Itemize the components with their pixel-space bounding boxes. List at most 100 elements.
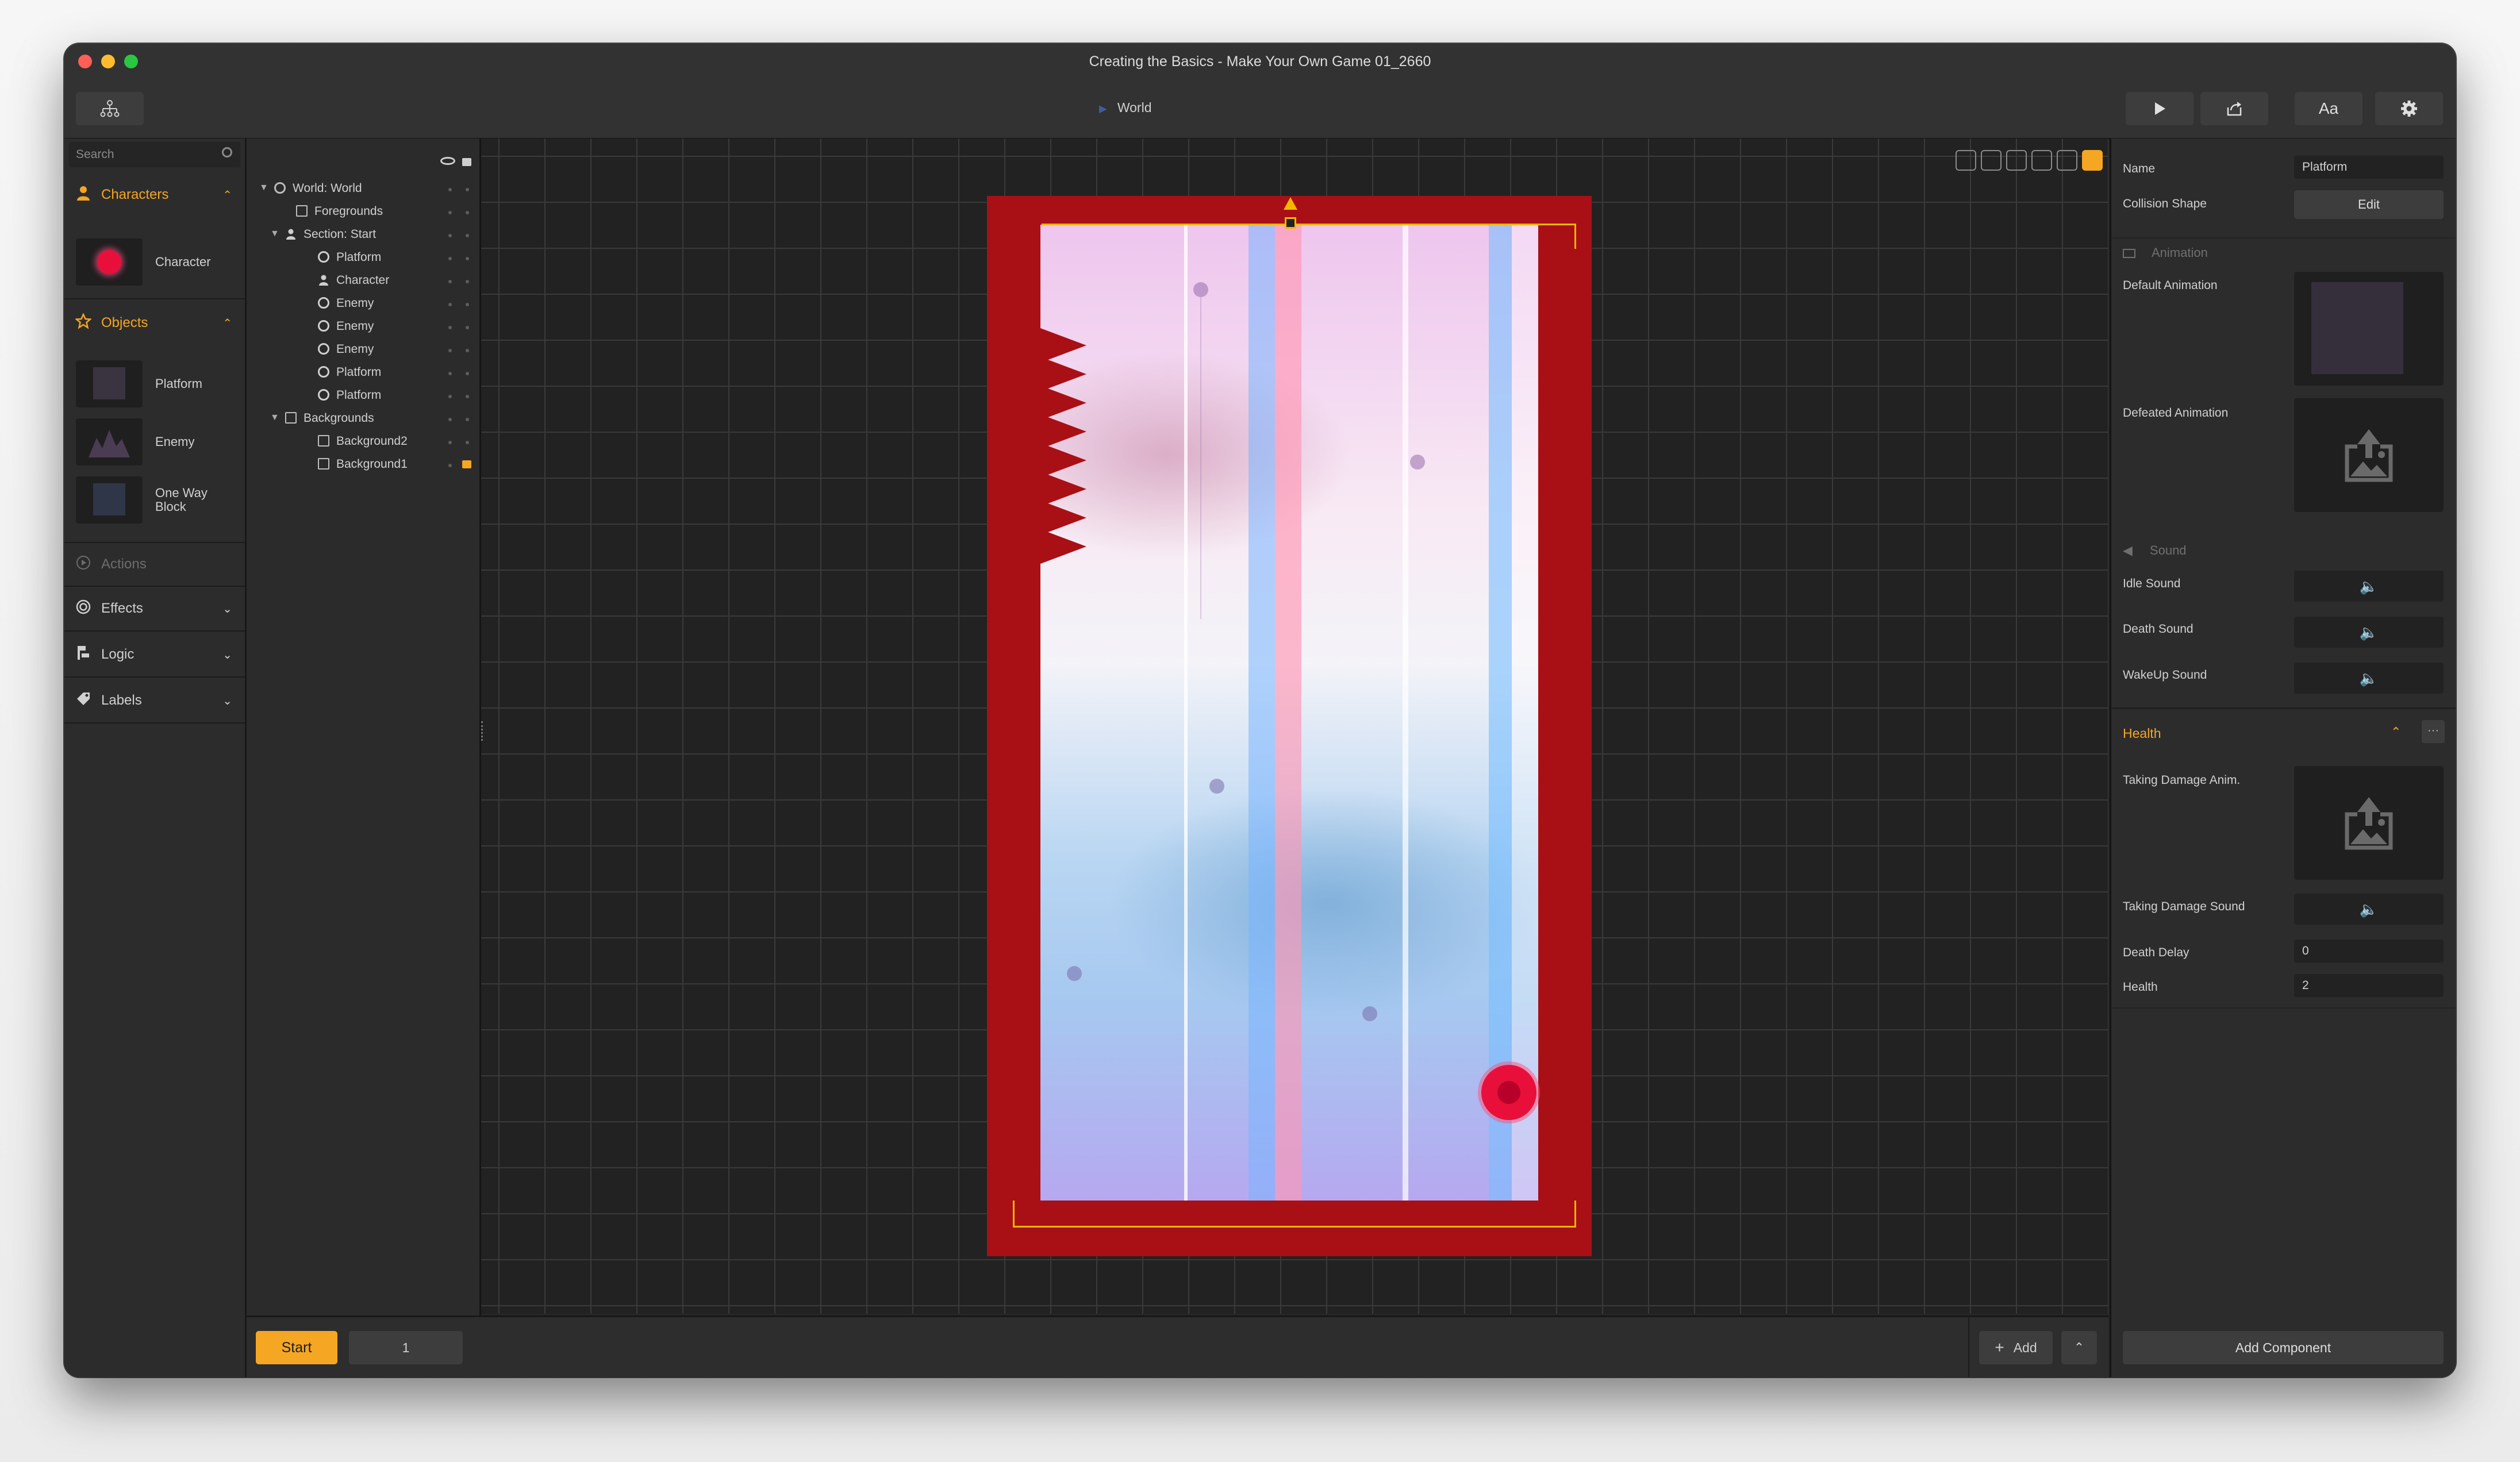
close-window-button[interactable] [78, 55, 92, 68]
share-button[interactable] [2200, 92, 2268, 125]
hierarchy-row[interactable]: Enemy [247, 293, 479, 316]
health-header[interactable]: Health [2123, 726, 2161, 741]
library-item-character[interactable]: Character [76, 236, 243, 288]
chevron-up-icon[interactable]: ⌃ [2391, 725, 2401, 740]
hierarchy-row[interactable]: ▼ World: World [247, 178, 479, 201]
character-sprite[interactable] [1481, 1065, 1536, 1120]
row-visibility-toggle[interactable] [448, 280, 452, 283]
panel-resize-handle[interactable] [481, 721, 485, 741]
category-objects[interactable]: Objects ⌃ [64, 302, 245, 344]
row-visibility-toggle[interactable] [448, 418, 452, 421]
scene-canvas[interactable] [481, 138, 2108, 1314]
row-visibility-toggle[interactable] [448, 326, 452, 329]
taking-damage-anim-slot[interactable] [2294, 766, 2444, 880]
image-icon [318, 458, 329, 470]
wakeup-sound-slot[interactable]: 🔈 [2294, 663, 2444, 694]
library-item-enemy[interactable]: Enemy [76, 416, 243, 468]
row-lock-toggle[interactable] [466, 211, 469, 214]
row-lock-toggle[interactable] [466, 188, 469, 191]
category-effects[interactable]: Effects ⌄ [64, 588, 245, 629]
expand-sections-button[interactable]: ⌃ [2061, 1331, 2097, 1364]
name-input[interactable]: Platform [2294, 156, 2444, 179]
row-lock-toggle[interactable] [466, 372, 469, 375]
settings-button[interactable] [2375, 92, 2443, 125]
spike-enemy[interactable] [1040, 529, 1086, 564]
visibility-icon[interactable] [440, 157, 455, 165]
hierarchy-row[interactable]: Platform [247, 247, 479, 270]
hierarchy-row[interactable]: Platform [247, 361, 479, 384]
default-animation-slot[interactable] [2294, 272, 2444, 386]
taking-damage-sound-slot[interactable]: 🔈 [2294, 894, 2444, 925]
hierarchy-row[interactable]: ▼ Backgrounds [247, 407, 479, 430]
font-button[interactable]: Aa [2295, 92, 2362, 125]
row-visibility-toggle[interactable] [448, 211, 452, 214]
health-input[interactable]: 2 [2294, 974, 2444, 997]
lock-icon[interactable] [462, 158, 471, 166]
add-component-button[interactable]: Add Component [2123, 1331, 2444, 1364]
row-visibility-toggle[interactable] [448, 395, 452, 398]
disclosure-triangle-icon[interactable]: ▼ [270, 413, 279, 423]
eye-icon[interactable] [2057, 150, 2077, 171]
breadcrumb[interactable]: ▶ World [1099, 100, 1152, 116]
disclosure-triangle-icon[interactable]: ▼ [259, 183, 268, 193]
category-actions[interactable]: Actions [64, 545, 245, 583]
idle-sound-slot[interactable]: 🔈 [2294, 571, 2444, 602]
library-search-input[interactable]: Search [69, 142, 240, 167]
collision-shape-label: Collision Shape [2123, 197, 2207, 210]
inspector-panel: Name Platform Collision Shape Edit Anima… [2110, 138, 2456, 1377]
row-lock-toggle[interactable] [466, 349, 469, 352]
category-logic[interactable]: Logic ⌄ [64, 634, 245, 675]
row-lock-toggle[interactable] [466, 441, 469, 444]
move-arrow-icon[interactable] [1284, 197, 1297, 210]
selection-handle[interactable] [1285, 217, 1296, 229]
death-delay-input[interactable]: 0 [2294, 940, 2444, 963]
hierarchy-row[interactable]: Enemy [247, 316, 479, 338]
edit-collision-button[interactable]: Edit [2294, 190, 2444, 219]
hierarchy-toggle-button[interactable] [76, 92, 144, 125]
add-section-button[interactable]: + Add [1979, 1331, 2053, 1364]
row-visibility-toggle[interactable] [448, 441, 452, 444]
row-lock-toggle[interactable] [466, 326, 469, 329]
hierarchy-row[interactable]: Background2 [247, 430, 479, 453]
library-item-platform[interactable]: Platform [76, 358, 243, 410]
row-visibility-toggle[interactable] [448, 349, 452, 352]
debug-icon[interactable] [2082, 150, 2103, 171]
lock-view-icon[interactable] [1981, 150, 2002, 171]
grid-icon[interactable] [2006, 150, 2027, 171]
section-page-field[interactable]: 1 [349, 1331, 463, 1364]
zoom-window-button[interactable] [124, 55, 138, 68]
death-sound-slot[interactable]: 🔈 [2294, 617, 2444, 648]
stage-background[interactable] [1040, 225, 1538, 1201]
category-labels[interactable]: Labels ⌄ [64, 680, 245, 721]
defeated-animation-slot[interactable] [2294, 398, 2444, 512]
row-visibility-toggle[interactable] [448, 257, 452, 260]
circle-icon [318, 389, 329, 401]
hierarchy-row[interactable]: Enemy [247, 338, 479, 361]
minimize-window-button[interactable] [101, 55, 115, 68]
row-lock-toggle[interactable] [466, 280, 469, 283]
library-item-one-way-block[interactable]: One Way Block [76, 474, 243, 526]
row-visibility-toggle[interactable] [448, 464, 452, 467]
row-lock-toggle[interactable] [466, 234, 469, 237]
section-start-button[interactable]: Start [256, 1331, 337, 1364]
play-button[interactable] [2126, 92, 2194, 125]
hierarchy-row[interactable]: Foregrounds [247, 201, 479, 224]
row-lock-toggle[interactable] [466, 303, 469, 306]
hierarchy-row[interactable]: Background1 [247, 453, 479, 476]
hierarchy-row[interactable]: Platform [247, 384, 479, 407]
row-lock-toggle[interactable] [466, 257, 469, 260]
snap-icon[interactable] [1956, 150, 1976, 171]
health-more-button[interactable]: ··· [2422, 720, 2445, 743]
magnet-icon[interactable] [2031, 150, 2052, 171]
hierarchy-row[interactable]: Character [247, 270, 479, 293]
row-lock-toggle[interactable] [466, 418, 469, 421]
row-visibility-toggle[interactable] [448, 303, 452, 306]
category-characters[interactable]: Characters ⌃ [64, 174, 245, 216]
row-lock-toggle[interactable] [466, 395, 469, 398]
hierarchy-row[interactable]: ▼ Section: Start [247, 224, 479, 247]
row-visibility-toggle[interactable] [448, 372, 452, 375]
lock-icon[interactable] [462, 460, 471, 468]
disclosure-triangle-icon[interactable]: ▼ [270, 229, 279, 239]
row-visibility-toggle[interactable] [448, 188, 452, 191]
row-visibility-toggle[interactable] [448, 234, 452, 237]
